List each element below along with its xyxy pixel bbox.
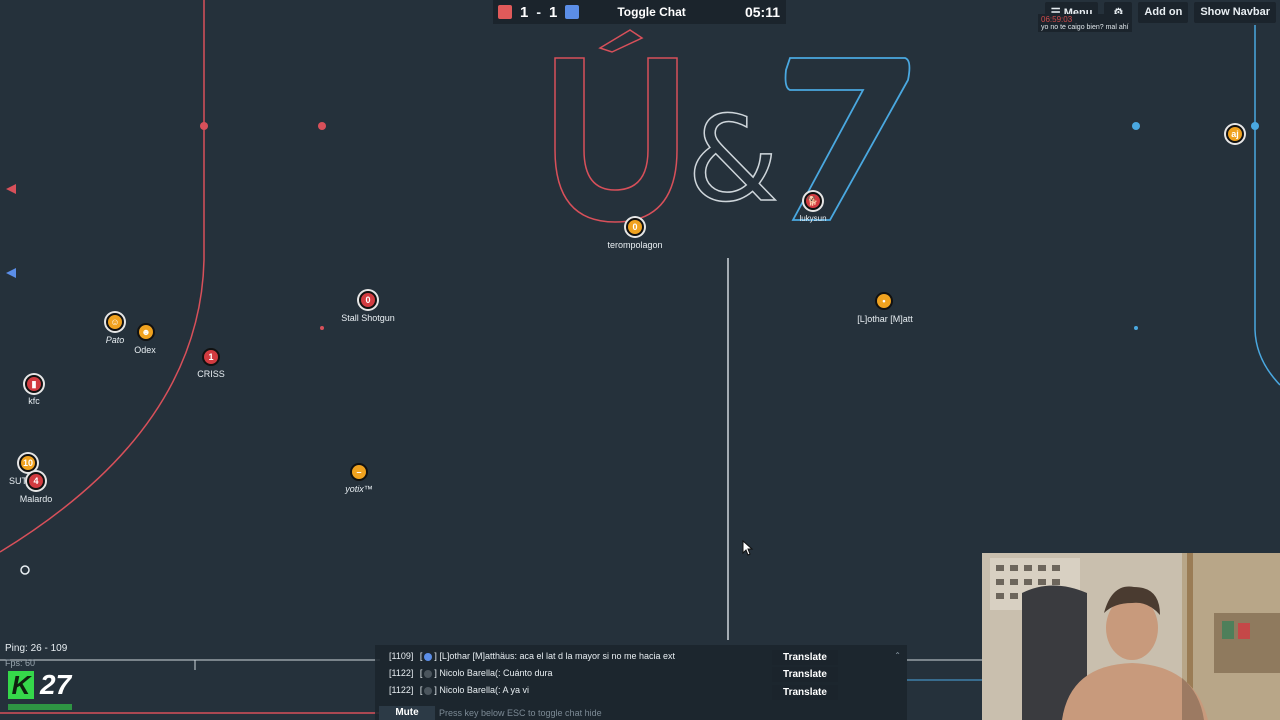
player-disc: 4 (27, 472, 45, 490)
chat-text: [L]othar [M]atthäus: aca el lat d la may… (439, 651, 676, 661)
chat-message: [1109] [] [L]othar [M]atthäus: aca el la… (389, 651, 676, 661)
ping-readout: Ping: 26 - 109 (5, 643, 68, 654)
player-name: terompolagon (607, 240, 663, 250)
player-name: Stall Shotgun (341, 313, 395, 323)
chat-panel: [1109] [] [L]othar [M]atthäus: aca el la… (375, 645, 907, 720)
mute-button[interactable]: Mute (379, 706, 435, 720)
notification-text: yo no te caigo bien? mal ahí (1041, 24, 1129, 31)
chat-message: [1122] [] Nicolo Barella(: Cuánto dura (389, 668, 553, 678)
mouse-cursor-icon (742, 540, 754, 556)
notification-time: 06:59:03 (1041, 15, 1073, 24)
chat-text: Nicolo Barella(: Cuánto dura (439, 668, 553, 678)
red-score: 1 (520, 3, 529, 21)
webcam-overlay (982, 553, 1280, 720)
team-dot-icon (424, 652, 433, 661)
blue-score: 1 (549, 3, 558, 21)
team-dot-icon (424, 669, 433, 678)
viewer-count: 27 (40, 669, 72, 700)
player-name: kfc (28, 396, 40, 406)
kick-overlay-badge: K 27 (8, 669, 78, 701)
score-bar: 1 - 1 Toggle Chat 05:11 (493, 0, 786, 24)
player-name: [L]othar [M]att (857, 314, 913, 324)
player-disc: 10 (19, 454, 37, 472)
fps-readout: Fps: 60 (5, 658, 36, 668)
match-timer: 05:11 (744, 4, 780, 20)
team-dot-icon (424, 686, 433, 695)
score-separator: - (536, 4, 542, 20)
player-disc: • (875, 292, 893, 310)
player-name: Odex (134, 345, 156, 355)
chat-scroll-up-icon[interactable]: ⌃ (894, 651, 901, 660)
addon-button[interactable]: Add on (1138, 2, 1189, 23)
player-disc: 0 (626, 218, 644, 236)
toggle-chat-button[interactable]: Toggle Chat (617, 5, 685, 19)
player-disc: ☻ (137, 323, 155, 341)
kick-logo-icon: K (8, 670, 34, 700)
player-name: SUT (9, 476, 27, 486)
player-name: Malardo (19, 494, 53, 504)
chat-text: Nicolo Barella(: A ya vi (439, 685, 529, 695)
player-disc: 1 (202, 348, 220, 366)
player-disc: ☺ (106, 313, 124, 331)
player-disc: aj (1226, 125, 1244, 143)
translate-button[interactable]: Translate (772, 685, 838, 700)
red-team-indicator (498, 5, 512, 19)
player-disc: 0 (359, 291, 377, 309)
player-disc: – (350, 463, 368, 481)
show-navbar-button[interactable]: Show Navbar (1194, 2, 1276, 23)
translate-button[interactable]: Translate (772, 650, 838, 665)
player-disc: ▮ (25, 375, 43, 393)
player-name: Pato (105, 335, 125, 345)
player-name: lukysun (799, 214, 827, 223)
player-name: CRISS (197, 369, 225, 379)
player-name: yotix™ (345, 484, 373, 494)
blue-team-indicator (565, 5, 580, 19)
notification-bubble: 06:59:03 yo no te caigo bien? mal ahí (1038, 14, 1132, 32)
chat-input[interactable] (435, 706, 905, 720)
chat-message: [1122] [] Nicolo Barella(: A ya vi (389, 685, 529, 695)
svg-text:&: & (687, 90, 779, 228)
kick-activity-bar (8, 704, 72, 710)
player-disc: 🐕 (804, 192, 822, 210)
translate-button[interactable]: Translate (772, 667, 838, 682)
